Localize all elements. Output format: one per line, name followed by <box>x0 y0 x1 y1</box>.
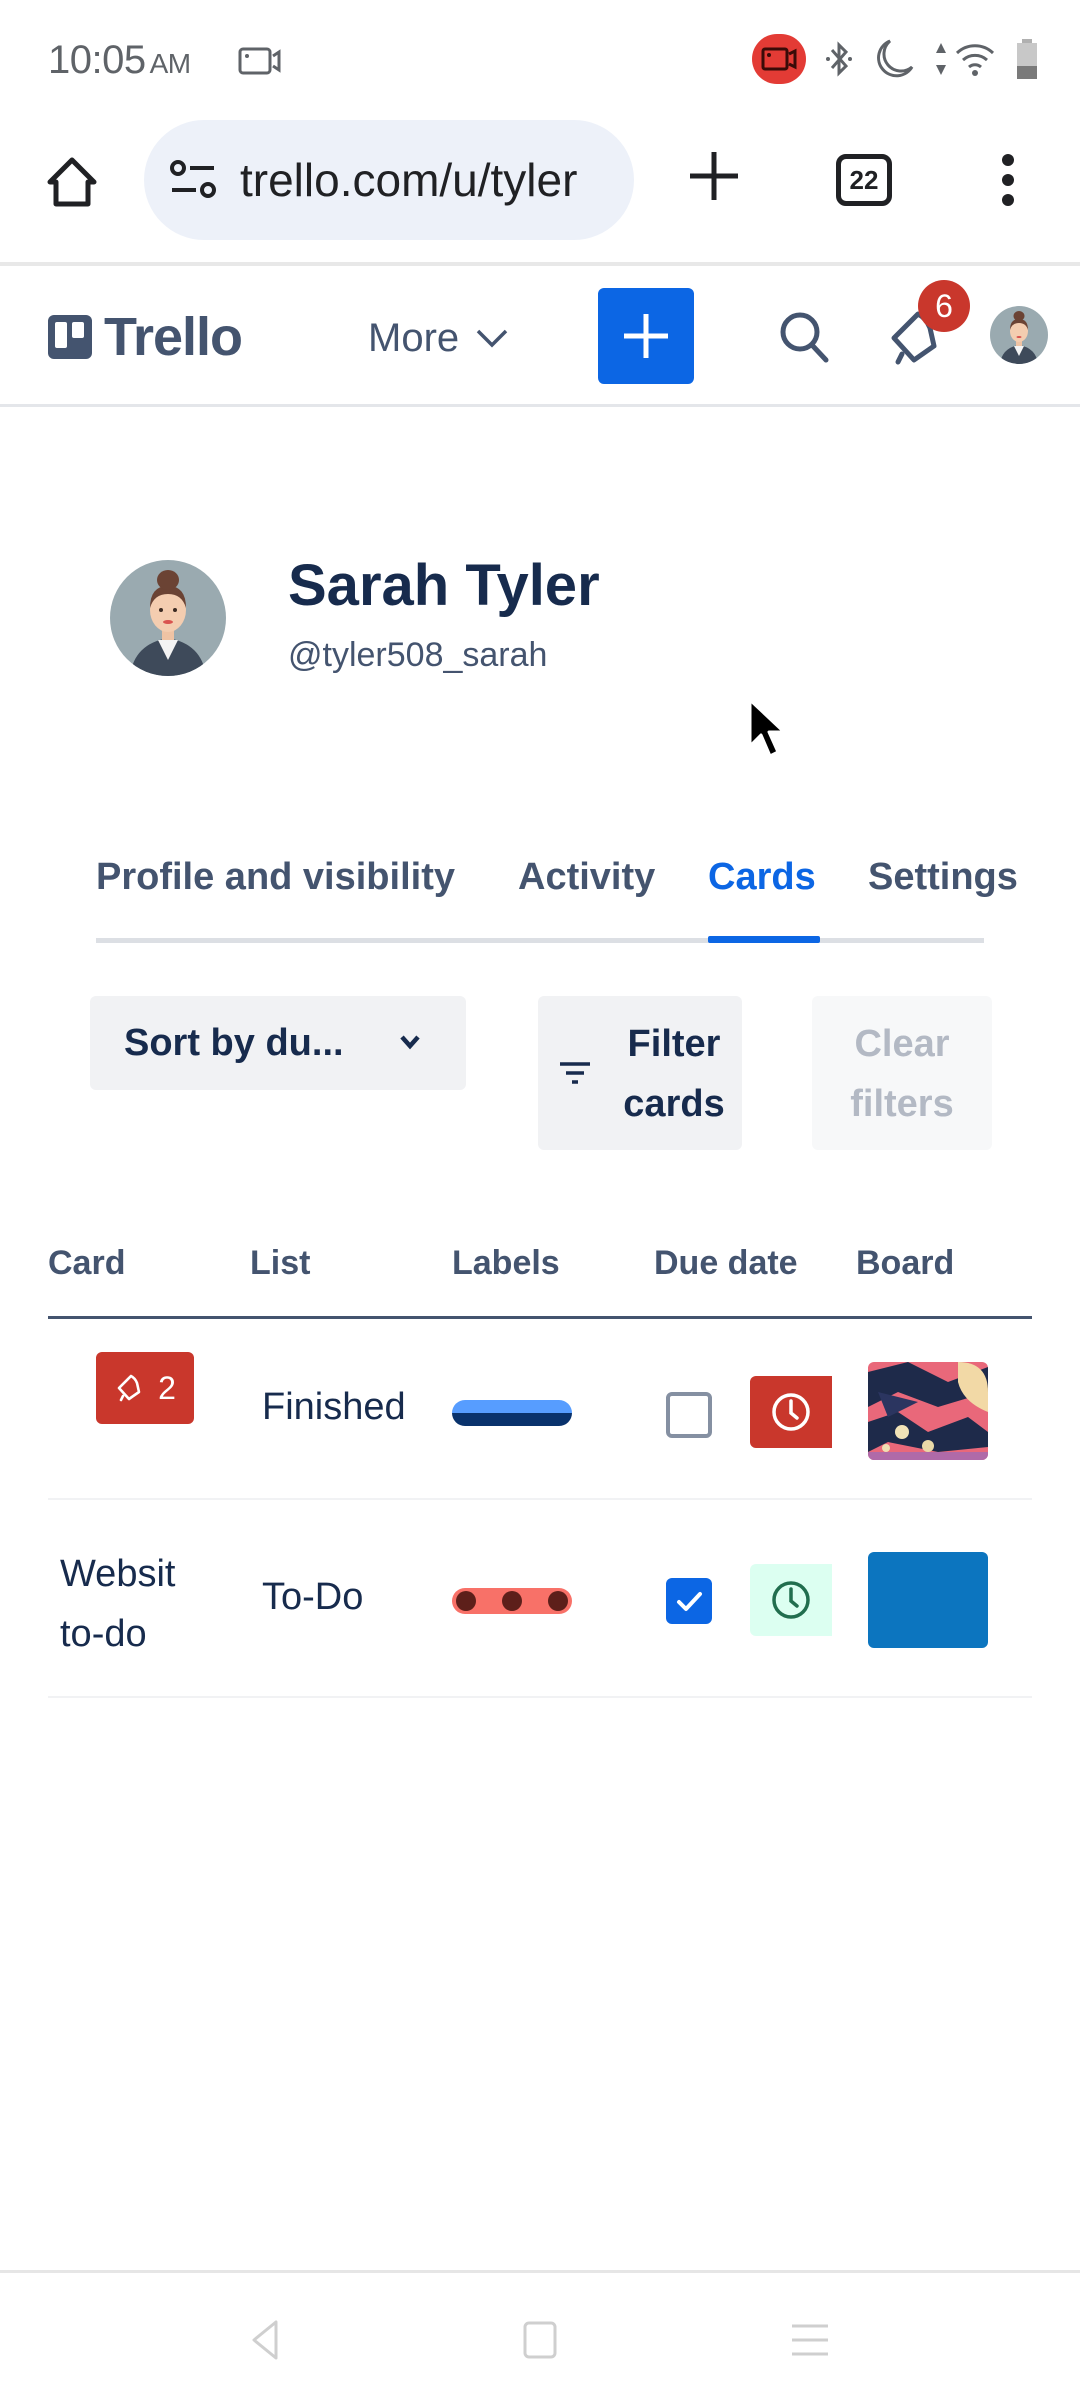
notification-bell-icon <box>117 1374 141 1402</box>
more-vert-icon[interactable] <box>988 150 1028 210</box>
tab-settings[interactable]: Settings <box>868 856 1018 899</box>
filter-icon <box>560 1062 590 1084</box>
status-bar: 10:05 AM <box>0 0 1080 120</box>
tab-track <box>96 938 984 943</box>
card-label-red[interactable] <box>452 1588 572 1614</box>
notification-count: 6 <box>935 287 953 324</box>
active-tab-indicator <box>708 936 820 943</box>
wifi-icon <box>955 44 995 76</box>
tab-cards[interactable]: Cards <box>708 856 816 899</box>
tab-switcher-button[interactable]: 22 <box>836 154 892 206</box>
card-name-line2: to-do <box>60 1613 147 1655</box>
card-name[interactable]: Websit to-do <box>60 1544 200 1664</box>
browser-home-button[interactable] <box>40 150 104 214</box>
recents-menu-icon <box>792 2324 828 2356</box>
data-arrows-icon <box>936 43 946 75</box>
status-icons <box>752 34 1040 84</box>
avatar-woman-icon <box>110 560 226 676</box>
column-header-board[interactable]: Board <box>856 1244 954 1283</box>
chevron-down-icon <box>400 1035 420 1050</box>
sort-select[interactable]: Sort by du... <box>90 996 466 1090</box>
nav-home-button[interactable] <box>510 2310 570 2370</box>
status-time-value: 10:05 <box>48 38 146 82</box>
due-complete-checkbox[interactable] <box>666 1578 712 1624</box>
card-notification-badge[interactable]: 2 <box>96 1352 194 1424</box>
filter-cards-button[interactable]: Filter cards <box>538 996 742 1150</box>
clear-filters-button[interactable]: Clear filters <box>812 996 992 1150</box>
status-time-ampm: AM <box>149 48 192 79</box>
status-time: 10:05 AM <box>48 38 191 83</box>
more-label: More <box>368 315 460 360</box>
column-header-labels[interactable]: Labels <box>452 1244 560 1283</box>
url-text: trello.com/u/tyler <box>240 154 578 206</box>
trello-header: Trello More 6 <box>0 266 1080 406</box>
search-icon[interactable] <box>774 306 834 366</box>
list-name: To-Do <box>262 1576 364 1618</box>
profile-handle: @tyler508_sarah <box>288 636 548 674</box>
create-button[interactable] <box>598 288 694 384</box>
plus-icon <box>624 314 668 358</box>
browser-toolbar: trello.com/u/tyler 22 <box>0 120 1080 262</box>
filter-label-line2: cards <box>623 1083 725 1125</box>
more-menu-button[interactable]: More <box>368 310 509 366</box>
clear-filters-label: Clear filters <box>812 1014 992 1134</box>
clock-icon <box>772 1393 810 1431</box>
home-square-icon <box>523 2321 557 2359</box>
avatar-woman-icon <box>990 306 1048 364</box>
pattern-dot <box>456 1591 476 1611</box>
due-complete-checkbox[interactable] <box>666 1392 712 1438</box>
screen-record-icon <box>238 47 281 75</box>
nav-bar-divider <box>0 2270 1080 2273</box>
header-avatar[interactable] <box>990 306 1048 364</box>
bluetooth-icon <box>826 41 852 77</box>
list-name: Finished <box>262 1386 406 1428</box>
mouse-cursor-icon <box>748 698 786 758</box>
filter-cards-label: Filter cards <box>622 1014 726 1134</box>
pattern-dot <box>502 1591 522 1611</box>
card-label-blue[interactable] <box>452 1400 572 1426</box>
due-date-badge-overdue[interactable] <box>750 1376 832 1448</box>
nav-back-button[interactable] <box>236 2310 296 2370</box>
notification-count-badge: 6 <box>918 280 970 332</box>
column-header-list[interactable]: List <box>250 1244 310 1283</box>
check-icon <box>677 1592 702 1611</box>
clock-icon <box>772 1581 810 1619</box>
filter-label-line1: Filter <box>627 1023 721 1065</box>
card-badge-count: 2 <box>158 1369 176 1406</box>
nav-recents-button[interactable] <box>780 2310 840 2370</box>
battery-icon <box>1017 39 1037 79</box>
profile-avatar <box>110 560 226 676</box>
chevron-down-icon <box>476 329 508 348</box>
clear-label-line1: Clear <box>854 1023 950 1065</box>
board-thumbnail[interactable] <box>868 1362 988 1460</box>
clear-label-line2: filters <box>850 1083 954 1125</box>
board-thumbnail[interactable] <box>868 1552 988 1648</box>
due-date-badge-complete[interactable] <box>750 1564 832 1636</box>
column-header-due-date[interactable]: Due date <box>654 1244 798 1283</box>
board-background-image <box>868 1362 988 1460</box>
address-bar[interactable]: trello.com/u/tyler <box>144 120 634 240</box>
row-divider <box>48 1498 1032 1500</box>
sort-value: Sort by du... <box>124 1021 344 1064</box>
tab-count: 22 <box>849 164 879 195</box>
column-header-card[interactable]: Card <box>48 1244 125 1283</box>
table-header-divider <box>48 1316 1032 1319</box>
profile-name: Sarah Tyler <box>288 553 600 618</box>
pattern-dot <box>548 1591 568 1611</box>
tab-activity[interactable]: Activity <box>518 856 655 899</box>
trello-logo-text: Trello <box>104 307 243 367</box>
recording-badge-icon <box>752 34 806 84</box>
site-settings-icon <box>170 160 216 198</box>
row-divider <box>48 1696 1032 1698</box>
new-tab-plus-icon[interactable] <box>684 146 744 206</box>
back-triangle-icon <box>252 2320 278 2360</box>
do-not-disturb-moon-icon <box>877 39 914 78</box>
trello-logo[interactable]: Trello <box>48 307 243 367</box>
home-icon <box>47 157 97 207</box>
card-name-line1: Websit <box>60 1553 176 1595</box>
tab-profile-and-visibility[interactable]: Profile and visibility <box>96 856 455 899</box>
trello-logo-icon <box>48 315 92 359</box>
header-divider <box>0 404 1080 407</box>
